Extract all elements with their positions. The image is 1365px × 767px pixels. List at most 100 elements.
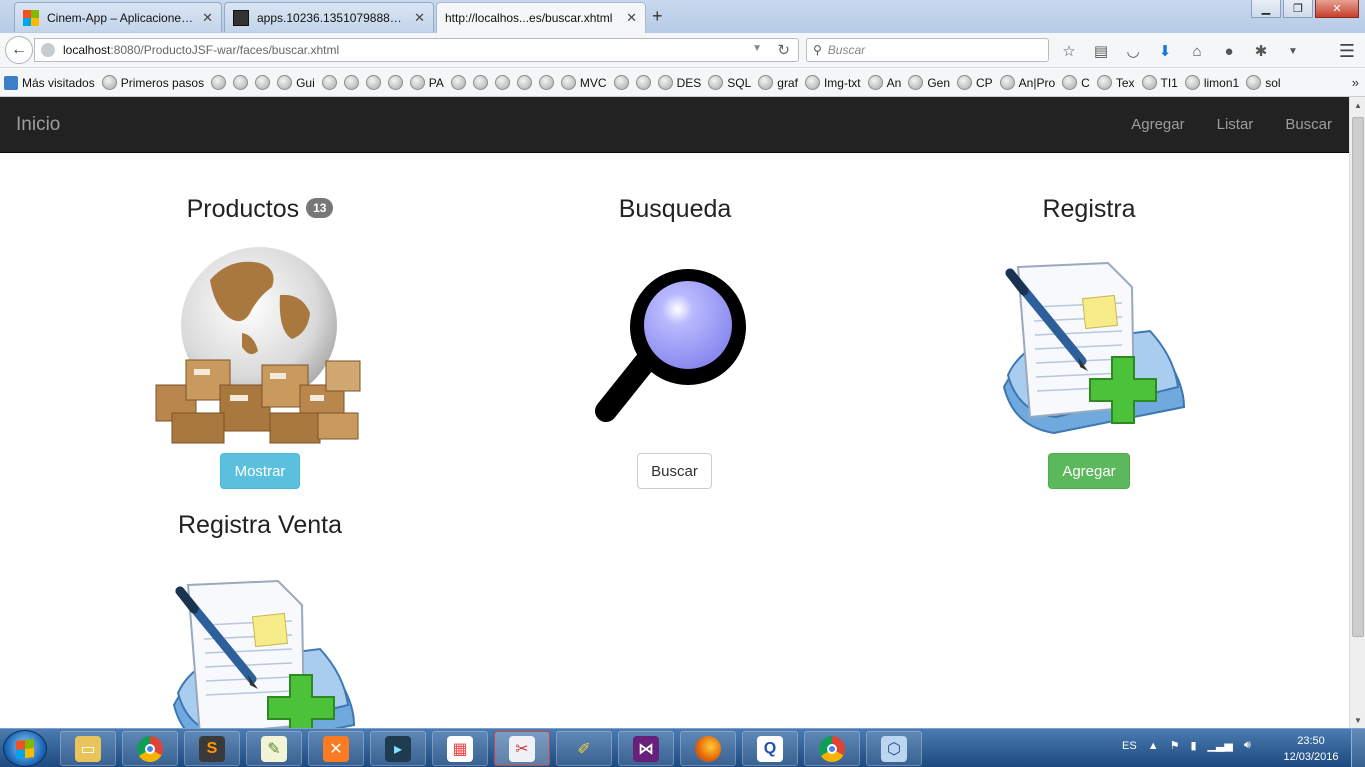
chat-icon[interactable]: ● — [1218, 40, 1240, 62]
tray-expand-icon[interactable]: ▲ — [1148, 740, 1159, 752]
hamburger-menu-icon[interactable]: ☰ — [1339, 41, 1355, 62]
restore-button[interactable]: ❐ — [1283, 0, 1313, 18]
bookmark-item[interactable]: Tex — [1096, 75, 1135, 90]
bookmark-item[interactable] — [387, 75, 403, 90]
taskbar-firefox[interactable] — [680, 731, 736, 766]
bookmark-item[interactable] — [516, 75, 532, 90]
visual-studio-icon: ⋈ — [633, 735, 659, 762]
url-bar[interactable]: localhost:8080/ProductoJSF-war/faces/bus… — [34, 38, 799, 62]
bookmark-item[interactable]: sol — [1246, 75, 1281, 90]
taskbar-sublime[interactable]: S — [184, 731, 240, 766]
bookmark-item[interactable] — [343, 75, 359, 90]
bookmark-item[interactable] — [538, 75, 554, 90]
tab-apps[interactable]: apps.10236.1351079888371... ✕ — [224, 2, 434, 32]
site-info-icon[interactable] — [41, 43, 55, 57]
reload-icon[interactable]: ↻ — [777, 41, 790, 59]
bookmark-item[interactable]: C — [1062, 75, 1090, 90]
buscar-button[interactable]: Buscar — [637, 453, 712, 489]
bookmark-item[interactable]: SQL — [708, 75, 751, 90]
windows-logo-icon — [23, 9, 39, 26]
bookmark-item[interactable]: DES — [657, 75, 701, 90]
taskbar-xampp[interactable]: ✕ — [308, 731, 364, 766]
taskbar-text-editor[interactable]: ✎ — [246, 731, 302, 766]
taskbar-visual-studio[interactable]: ⋈ — [618, 731, 674, 766]
bookmark-item[interactable]: limon1 — [1184, 75, 1239, 90]
bookmark-item[interactable]: TI1 — [1141, 75, 1178, 90]
action-center-flag-icon[interactable]: ⚑ — [1170, 739, 1180, 752]
reading-list-icon[interactable]: ▤ — [1090, 40, 1112, 62]
taskbar-chrome[interactable] — [122, 731, 178, 766]
taskbar-virtualbox[interactable]: ⬡ — [866, 731, 922, 766]
search-placeholder: Buscar — [827, 43, 866, 57]
extension-icon[interactable]: ✱ — [1250, 40, 1272, 62]
globe-icon — [211, 75, 227, 90]
minimize-button[interactable]: ▁ — [1251, 0, 1281, 18]
taskbar-terminal[interactable]: ▸ — [370, 731, 426, 766]
taskbar-q-app[interactable]: Q — [742, 731, 798, 766]
bookmark-item[interactable] — [321, 75, 337, 90]
volume-icon[interactable]: 🔊︎ — [1244, 739, 1251, 752]
bookmark-item[interactable]: An — [867, 75, 901, 90]
tab-buscar-active[interactable]: http://localhos...es/buscar.xhtml ✕ — [436, 2, 646, 33]
taskbar-paint-tool[interactable]: ✐ — [556, 731, 612, 766]
bookmark-item[interactable]: An|Pro — [999, 75, 1055, 90]
new-tab-button[interactable]: + — [652, 6, 663, 27]
bookmark-item[interactable] — [365, 75, 381, 90]
nav-listar[interactable]: Listar — [1217, 116, 1254, 133]
back-button[interactable]: ← — [5, 36, 33, 64]
bookmark-item[interactable]: PA — [409, 75, 444, 90]
bookmark-item[interactable] — [255, 75, 271, 90]
pocket-icon[interactable]: ◡ — [1122, 40, 1144, 62]
bookmark-item[interactable]: Primeros pasos — [101, 75, 204, 90]
tab-cinem-app[interactable]: Cinem-App – Aplicaciones... ✕ — [14, 2, 222, 32]
bookmark-item[interactable]: Img-txt — [804, 75, 861, 90]
nav-agregar[interactable]: Agregar — [1131, 116, 1184, 133]
bookmark-item[interactable] — [635, 75, 651, 90]
taskbar-clock[interactable]: 23:50 12/03/2016 — [1278, 733, 1344, 765]
show-desktop-button[interactable] — [1351, 729, 1365, 767]
start-button[interactable] — [3, 730, 47, 767]
bookmark-star-icon[interactable]: ☆ — [1058, 40, 1080, 62]
chevron-down-icon[interactable]: ▼ — [1282, 40, 1304, 62]
vertical-scrollbar[interactable]: ▲ ▼ — [1349, 97, 1365, 728]
bookmark-item[interactable] — [613, 75, 629, 90]
close-tab-icon[interactable]: ✕ — [626, 10, 637, 26]
bookmark-item[interactable]: Gui — [277, 75, 315, 90]
taskbar-snipping-tool[interactable]: ✂ — [494, 731, 550, 766]
bookmark-item[interactable]: MVC — [560, 75, 607, 90]
agregar-button[interactable]: Agregar — [1048, 453, 1130, 489]
power-icon[interactable]: ▮ — [1190, 739, 1196, 752]
bookmark-label: graf — [777, 75, 798, 90]
bookmark-label: MVC — [579, 75, 607, 90]
mostrar-button[interactable]: Mostrar — [220, 453, 300, 489]
scroll-up-icon[interactable]: ▲ — [1350, 97, 1365, 113]
close-tab-icon[interactable]: ✕ — [414, 10, 425, 26]
bookmark-most-visited[interactable]: Más visitados — [4, 75, 95, 90]
brand-link[interactable]: Inicio — [16, 114, 60, 136]
downloads-icon[interactable]: ⬇ — [1154, 40, 1176, 62]
search-input[interactable]: ⚲ Buscar — [806, 38, 1049, 62]
bookmark-item[interactable]: Gen — [908, 75, 950, 90]
globe-icon — [343, 75, 359, 90]
language-indicator[interactable]: ES — [1122, 740, 1137, 752]
bookmark-item[interactable] — [211, 75, 227, 90]
close-tab-icon[interactable]: ✕ — [202, 10, 213, 26]
home-icon[interactable]: ⌂ — [1186, 40, 1208, 62]
bookmark-item[interactable]: CP — [957, 75, 993, 90]
bookmark-item[interactable] — [233, 75, 249, 90]
bookmark-item[interactable] — [450, 75, 466, 90]
nav-buscar[interactable]: Buscar — [1285, 116, 1332, 133]
nav-links: Agregar Listar Buscar — [1131, 116, 1332, 133]
network-signal-icon[interactable]: ▁▃▅ — [1208, 739, 1233, 752]
taskbar-file-explorer[interactable]: ▭ — [60, 731, 116, 766]
bookmark-item[interactable] — [472, 75, 488, 90]
close-window-button[interactable]: ✕ — [1315, 0, 1359, 18]
scrollbar-thumb[interactable] — [1352, 117, 1364, 637]
bookmark-item[interactable] — [494, 75, 510, 90]
taskbar-app-grid[interactable]: ▦ — [432, 731, 488, 766]
taskbar-chrome-2[interactable] — [804, 731, 860, 766]
scroll-down-icon[interactable]: ▼ — [1350, 712, 1365, 728]
bookmark-item[interactable]: graf — [758, 75, 798, 90]
more-bookmarks-icon[interactable]: » — [1352, 75, 1359, 90]
history-dropdown-icon[interactable]: ▼ — [752, 43, 762, 54]
